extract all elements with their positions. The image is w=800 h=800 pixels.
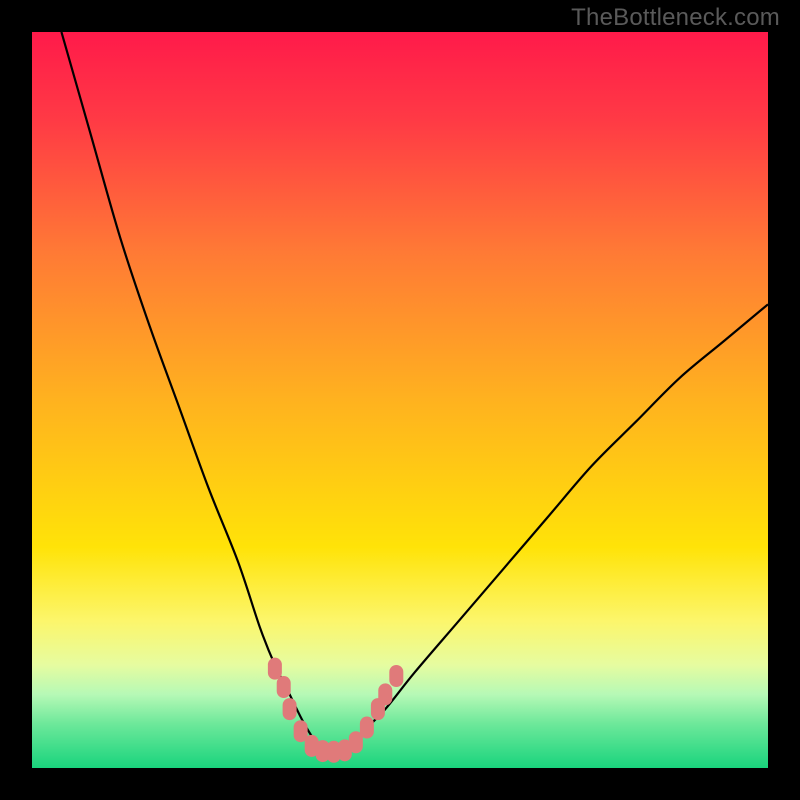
- bottleneck-chart: [32, 32, 768, 768]
- watermark-text: TheBottleneck.com: [571, 4, 780, 32]
- plot-area: [32, 32, 768, 768]
- chart-frame: TheBottleneck.com: [0, 0, 800, 800]
- optimal-marker: [389, 665, 403, 687]
- optimal-marker: [277, 676, 291, 698]
- optimal-marker: [360, 717, 374, 739]
- optimal-marker: [283, 698, 297, 720]
- optimal-marker: [268, 658, 282, 680]
- optimal-marker: [378, 683, 392, 705]
